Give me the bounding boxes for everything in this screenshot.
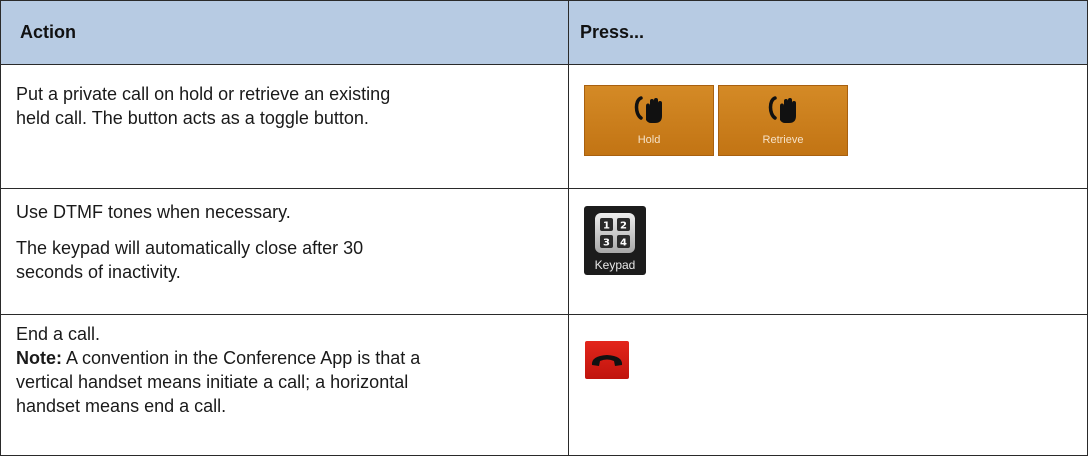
keypad-digit: 2 bbox=[620, 221, 627, 232]
row-text-line: Use DTMF tones when necessary. bbox=[16, 202, 291, 222]
row-text-line: seconds of inactivity. bbox=[16, 262, 181, 282]
hold-button[interactable]: Hold bbox=[584, 85, 714, 156]
end-call-handset-icon bbox=[591, 355, 623, 366]
table-border bbox=[0, 188, 1088, 189]
note-text: A convention in the Conference App is th… bbox=[62, 348, 421, 368]
retrieve-button[interactable]: Retrieve bbox=[718, 85, 848, 156]
row-text-line: End a call. bbox=[16, 324, 101, 344]
keypad-digit: 3 bbox=[603, 238, 610, 249]
retrieve-label: Retrieve bbox=[762, 134, 804, 146]
table-border-top bbox=[0, 0, 1088, 1]
row-text-line: vertical handset means initiate a call; … bbox=[16, 372, 409, 392]
row-action-text: Use DTMF tones when necessary. The keypa… bbox=[16, 200, 363, 284]
end-call-button[interactable] bbox=[585, 341, 629, 379]
row-action-text: End a call. Note: A convention in the Co… bbox=[16, 322, 420, 418]
row-text-line: Put a private call on hold or retrieve a… bbox=[16, 84, 391, 104]
keypad-button[interactable]: 1 2 3 4 Keypad bbox=[584, 206, 646, 275]
row-text-line: handset means end a call. bbox=[16, 396, 227, 416]
table-border-left bbox=[0, 0, 1, 456]
row-action-text: Put a private call on hold or retrieve a… bbox=[16, 82, 390, 130]
header-press: Press... bbox=[580, 22, 645, 42]
note-line: Note: A convention in the Conference App… bbox=[16, 346, 420, 370]
table-border bbox=[0, 314, 1088, 315]
keypad-digit: 4 bbox=[620, 238, 627, 249]
hold-hand-icon bbox=[634, 96, 662, 123]
note-label: Note: bbox=[16, 348, 62, 368]
row-text-line: The keypad will automatically close afte… bbox=[16, 238, 364, 258]
table-border bbox=[0, 64, 1088, 65]
hold-label: Hold bbox=[637, 134, 661, 146]
table-column-divider bbox=[568, 0, 569, 456]
table-header-row: Action Press... bbox=[0, 0, 1088, 64]
row-text-line: held call. The button acts as a toggle b… bbox=[16, 108, 369, 128]
keypad-icon: 1 2 3 4 bbox=[595, 213, 635, 253]
retrieve-hand-icon bbox=[768, 96, 796, 123]
header-action: Action bbox=[20, 22, 76, 42]
keypad-digit: 1 bbox=[603, 221, 610, 232]
actions-table: Action Press... Put a private call on ho… bbox=[0, 0, 1088, 456]
table-row: End a call. Note: A convention in the Co… bbox=[0, 314, 1088, 456]
table-row: Use DTMF tones when necessary. The keypa… bbox=[0, 188, 1088, 314]
keypad-label: Keypad bbox=[594, 258, 636, 272]
table-row: Put a private call on hold or retrieve a… bbox=[0, 64, 1088, 188]
